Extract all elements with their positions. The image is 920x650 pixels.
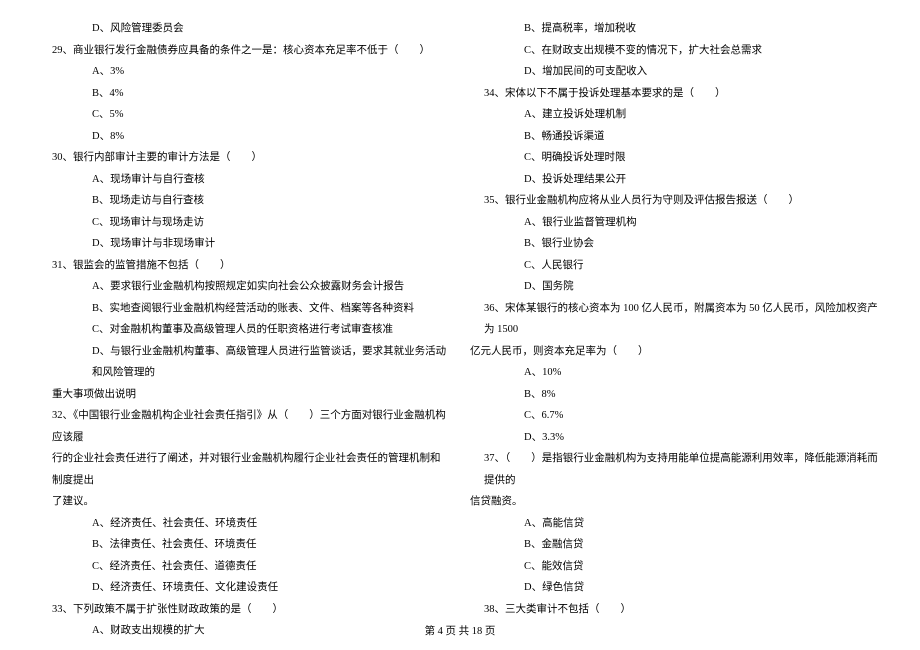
continuation-line: 亿元人民币，则资本充足率为（ ） (470, 341, 882, 363)
option-text: D、国务院 (470, 276, 882, 298)
option-text: A、现场审计与自行查核 (38, 169, 450, 191)
question-line: 34、宋体以下不属于投诉处理基本要求的是（ ） (470, 83, 882, 105)
option-text: D、绿色信贷 (470, 577, 882, 599)
option-text: C、明确投诉处理时限 (470, 147, 882, 169)
document-columns: D、风险管理委员会 29、商业银行发行金融债券应具备的条件之一是：核心资本充足率… (38, 18, 882, 593)
continuation-line: 信贷融资。 (470, 491, 882, 513)
option-text: A、3% (38, 61, 450, 83)
option-text: C、对金融机构董事及高级管理人员的任职资格进行考试审查核准 (38, 319, 450, 341)
option-text: C、能效信贷 (470, 556, 882, 578)
option-text: B、银行业协会 (470, 233, 882, 255)
option-text: D、现场审计与非现场审计 (38, 233, 450, 255)
option-text: D、经济责任、环境责任、文化建设责任 (38, 577, 450, 599)
option-text: A、经济责任、社会责任、环境责任 (38, 513, 450, 535)
option-text: D、8% (38, 126, 450, 148)
option-text: C、经济责任、社会责任、道德责任 (38, 556, 450, 578)
option-text: D、3.3% (470, 427, 882, 449)
option-text: B、提高税率，增加税收 (470, 18, 882, 40)
option-text: D、与银行业金融机构董事、高级管理人员进行监管谈话，要求其就业务活动和风险管理的 (38, 341, 450, 384)
option-text: B、实地查阅银行业金融机构经营活动的账表、文件、档案等各种资料 (38, 298, 450, 320)
continuation-line: 重大事项做出说明 (38, 384, 450, 406)
continuation-line: 行的企业社会责任进行了阐述，并对银行业金融机构履行企业社会责任的管理机制和制度提… (38, 448, 450, 491)
question-line: 38、三大类审计不包括（ ） (470, 599, 882, 621)
option-text: A、银行业监督管理机构 (470, 212, 882, 234)
option-text: B、4% (38, 83, 450, 105)
option-text: C、现场审计与现场走访 (38, 212, 450, 234)
question-line: 33、下列政策不属于扩张性财政政策的是（ ） (38, 599, 450, 621)
question-line: 30、银行内部审计主要的审计方法是（ ） (38, 147, 450, 169)
option-text: B、畅通投诉渠道 (470, 126, 882, 148)
option-text: B、法律责任、社会责任、环境责任 (38, 534, 450, 556)
option-text: B、金融信贷 (470, 534, 882, 556)
option-text: D、增加民间的可支配收入 (470, 61, 882, 83)
continuation-line: 了建议。 (38, 491, 450, 513)
option-text: B、8% (470, 384, 882, 406)
option-text: C、人民银行 (470, 255, 882, 277)
option-text: A、10% (470, 362, 882, 384)
option-text: C、6.7% (470, 405, 882, 427)
option-text: C、在财政支出规模不变的情况下，扩大社会总需求 (470, 40, 882, 62)
question-line: 32、《中国银行业金融机构企业社会责任指引》从（ ）三个方面对银行业金融机构应该… (38, 405, 450, 448)
option-text: A、高能信贷 (470, 513, 882, 535)
question-line: 36、宋体某银行的核心资本为 100 亿人民币，附属资本为 50 亿人民币，风险… (470, 298, 882, 341)
left-column: D、风险管理委员会 29、商业银行发行金融债券应具备的条件之一是：核心资本充足率… (38, 18, 450, 593)
option-text: D、风险管理委员会 (38, 18, 450, 40)
page-footer: 第 4 页 共 18 页 (0, 623, 920, 638)
question-line: 29、商业银行发行金融债券应具备的条件之一是：核心资本充足率不低于（ ） (38, 40, 450, 62)
option-text: B、现场走访与自行查核 (38, 190, 450, 212)
question-line: 35、银行业金融机构应将从业人员行为守则及评估报告报送（ ） (470, 190, 882, 212)
option-text: A、建立投诉处理机制 (470, 104, 882, 126)
option-text: A、要求银行业金融机构按照规定如实向社会公众披露财务会计报告 (38, 276, 450, 298)
right-column: B、提高税率，增加税收 C、在财政支出规模不变的情况下，扩大社会总需求 D、增加… (470, 18, 882, 593)
question-line: 31、银监会的监管措施不包括（ ） (38, 255, 450, 277)
question-line: 37、（ ）是指银行业金融机构为支持用能单位提高能源利用效率，降低能源消耗而提供… (470, 448, 882, 491)
option-text: D、投诉处理结果公开 (470, 169, 882, 191)
option-text: C、5% (38, 104, 450, 126)
